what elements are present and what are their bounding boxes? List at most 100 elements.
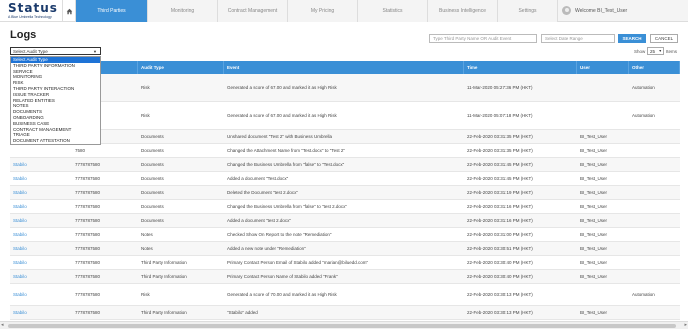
row-name[interactable]: Stabilo: [10, 200, 72, 213]
row-id: 7778787580: [75, 246, 101, 251]
row-id: 7778787580: [75, 260, 101, 265]
search-input[interactable]: Type Third Party Name OR Audit Event: [429, 34, 537, 43]
scroll-left-icon[interactable]: ◂: [1, 322, 4, 328]
table-row: Stabilo 7778787580 Third Party Information…: [10, 270, 680, 284]
top-nav: Status A Blue Umbrella Technology Third …: [0, 0, 688, 22]
home-icon: [66, 8, 72, 14]
tab-contract-management[interactable]: Contract Management: [218, 0, 288, 22]
row-name[interactable]: Stabilo: [10, 158, 72, 171]
row-event: Generated a score of 67.00 and marked it…: [227, 113, 337, 118]
user-menu[interactable]: Welcome BI_Test_User: [558, 0, 688, 21]
row-time: 22-Feb-2020 03:30:40 PM (HKT): [467, 260, 533, 265]
row-id: 7778787580: [75, 292, 101, 297]
table-row: 7580DocumentsUnshared document "Test 2" …: [10, 130, 680, 144]
row-name[interactable]: Stabilo: [10, 186, 72, 199]
row-event: Generated a score of 67.00 and marked it…: [227, 85, 337, 90]
row-id: 7778787580: [75, 190, 101, 195]
table-header: Audit Type Event Time User Other: [10, 61, 680, 74]
row-event: Changed the Attachment Name from "Test.d…: [227, 148, 345, 153]
logo[interactable]: Status A Blue Umbrella Technology: [0, 0, 60, 22]
row-time: 22-Feb-2020 03:31:16 PM (HKT): [467, 218, 533, 223]
show-label: Show: [634, 49, 646, 54]
tab-my-pricing[interactable]: My Pricing: [288, 0, 358, 22]
row-user: BI_Test_User: [580, 260, 608, 265]
row-audit-type: Documents: [141, 148, 164, 153]
col-header-time[interactable]: Time: [464, 61, 577, 74]
row-user: [577, 284, 629, 305]
audit-type-option[interactable]: DOCUMENT ATTESTATION: [11, 138, 100, 144]
row-name[interactable]: Stabilo: [10, 284, 72, 305]
tab-statistics[interactable]: Statistics: [358, 0, 428, 22]
home-button[interactable]: [62, 0, 76, 22]
avatar: [562, 6, 571, 15]
row-user: BI_Test_User: [580, 246, 608, 251]
table-row: Stabilo 7778787580 Documents Changed the Bu…: [10, 158, 680, 172]
page-size-select[interactable]: 25 ▼: [647, 47, 664, 55]
row-name[interactable]: Stabilo: [10, 256, 72, 269]
table-row: Stabilo 7778787580 Documents Changed the Bu…: [10, 200, 680, 214]
row-event: Unshared document "Test 2" with Business…: [227, 134, 332, 139]
row-id: 7778787580: [75, 204, 101, 209]
table-row: Stabilo 7778787580 Documents Added a docume…: [10, 172, 680, 186]
row-user: BI_Test_User: [580, 204, 608, 209]
row-audit-type: Third Party Information: [141, 260, 187, 265]
row-event: Changed the Business Umbrella from "fals…: [227, 204, 347, 209]
tab-monitoring[interactable]: Monitoring: [148, 0, 218, 22]
row-user: BI_Test_User: [580, 274, 608, 279]
col-header-audit-type[interactable]: Audit Type: [138, 61, 224, 74]
table-body: 04938RiskGenerated a score of 67.00 and …: [10, 74, 680, 320]
row-time: 22-Feb-2020 03:31:35 PM (HKT): [467, 148, 533, 153]
row-name[interactable]: [10, 144, 72, 157]
col-header-other[interactable]: Other: [629, 61, 680, 74]
tab-settings[interactable]: Settings: [498, 0, 558, 22]
row-audit-type: Documents: [141, 162, 164, 167]
search-button[interactable]: SEARCH: [618, 34, 646, 43]
page-title: Logs: [10, 29, 37, 41]
nav-tabs: Third Parties Monitoring Contract Manageme…: [76, 0, 558, 22]
row-time: 22-Feb-2020 03:31:45 PM (HKT): [467, 162, 533, 167]
row-audit-type: Third Party Information: [141, 310, 187, 315]
row-name[interactable]: Stabilo: [10, 306, 72, 319]
row-name[interactable]: Stabilo: [10, 270, 72, 283]
row-user: BI_Test_User: [580, 190, 608, 195]
row-event: Added a document "test 2.docx": [227, 218, 291, 223]
tab-third-parties[interactable]: Third Parties: [76, 0, 148, 22]
scroll-right-icon[interactable]: ▸: [684, 322, 687, 328]
col-header-event[interactable]: Event: [224, 61, 464, 74]
row-id: 7778787580: [75, 218, 101, 223]
table-row: 04938RiskGenerated a score of 67.00 and …: [10, 74, 680, 102]
page-size-value: 25: [650, 48, 656, 54]
row-other: Automation: [632, 113, 655, 118]
date-range-input[interactable]: Select Date Range: [541, 34, 615, 43]
row-time: 22-Feb-2020 03:30:40 PM (HKT): [467, 274, 533, 279]
row-audit-type: Documents: [141, 190, 164, 195]
cancel-button[interactable]: CANCEL: [650, 34, 678, 43]
row-name[interactable]: Stabilo: [10, 172, 72, 185]
col-header-user[interactable]: User: [577, 61, 629, 74]
row-id: 7778787580: [75, 274, 101, 279]
table-row: Stabilo 7778787580 Risk Generated a score o…: [10, 284, 680, 306]
scrollbar-thumb[interactable]: [8, 324, 676, 328]
row-time: 11-Mar-2020 05:27:36 PM (HKT): [467, 85, 533, 90]
row-time: 22-Feb-2020 03:30:13 PM (HKT): [467, 310, 533, 315]
row-other: [629, 130, 680, 143]
row-other: [629, 200, 680, 213]
audit-type-select[interactable]: Select Audit Type ▼: [10, 47, 101, 55]
row-user: BI_Test_User: [580, 232, 608, 237]
row-user: BI_Test_User: [580, 310, 608, 315]
row-id: 7778787580: [75, 232, 101, 237]
row-id: 7778787580: [75, 176, 101, 181]
tab-business-intelligence[interactable]: Business Intelligence: [428, 0, 498, 22]
row-name[interactable]: Stabilo: [10, 214, 72, 227]
horizontal-scrollbar[interactable]: ◂ ▸: [0, 321, 688, 329]
row-other: [629, 270, 680, 283]
table-row: Stabilo 7778787580 Notes Added a new note u…: [10, 242, 680, 256]
row-event: Primary Contact Person Name of Stabilo a…: [227, 274, 338, 279]
row-user: BI_Test_User: [580, 176, 608, 181]
row-time: 22-Feb-2020 03:31:35 PM (HKT): [467, 134, 533, 139]
row-name[interactable]: Stabilo: [10, 228, 72, 241]
row-audit-type: Documents: [141, 204, 164, 209]
row-name[interactable]: Stabilo: [10, 242, 72, 255]
row-time: 22-Feb-2020 03:31:19 PM (HKT): [467, 190, 533, 195]
row-other: [629, 214, 680, 227]
